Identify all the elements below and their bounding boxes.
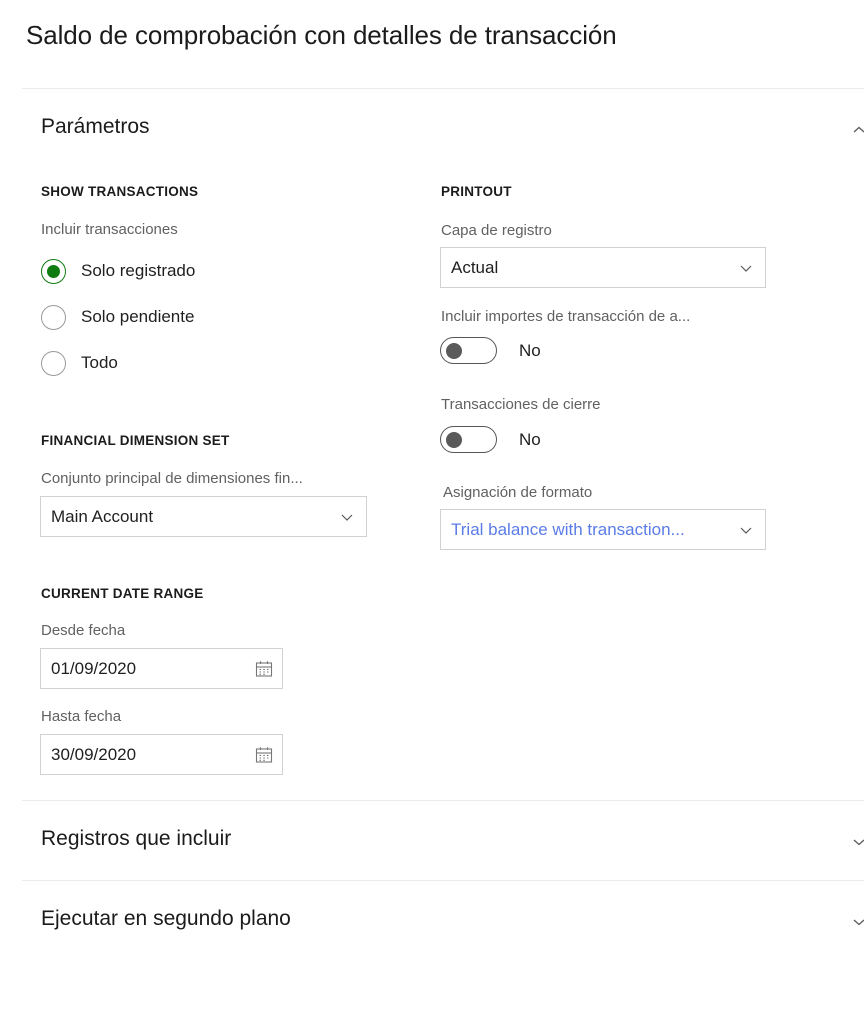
input-hasta-fecha[interactable]: 30/09/2020 <box>40 734 283 775</box>
radio-solo-pendiente[interactable]: Solo pendiente <box>41 302 194 332</box>
value-desde-fecha: 01/09/2020 <box>51 658 137 678</box>
chevron-down-icon[interactable] <box>336 506 358 528</box>
label-hasta-fecha: Hasta fecha <box>41 708 122 725</box>
chevron-down-icon[interactable] <box>852 835 864 849</box>
section-title-ejecutar-en-segundo-plano: Ejecutar en segundo plano <box>41 907 291 930</box>
label-capa-de-registro: Capa de registro <box>441 222 552 239</box>
radio-mark-icon <box>41 258 66 284</box>
section-ejecutar-en-segundo-plano: Ejecutar en segundo plano <box>22 880 864 960</box>
select-value-capa-de-registro: Actual <box>451 257 499 277</box>
label-incluir-importes: Incluir importes de transacción de a... <box>441 308 691 325</box>
toggle-switch-icon[interactable] <box>440 426 497 453</box>
toggle-incluir-importes[interactable]: No <box>440 337 541 364</box>
select-asignacion-de-formato[interactable]: Trial balance with transaction... <box>440 509 766 550</box>
value-hasta-fecha: 30/09/2020 <box>51 744 137 764</box>
radio-todo[interactable]: Todo <box>41 348 118 378</box>
section-registros-que-incluir: Registros que incluir <box>22 800 864 880</box>
group-label-current-date-range: CURRENT DATE RANGE <box>41 586 204 601</box>
chevron-down-icon[interactable] <box>735 257 757 279</box>
input-desde-fecha[interactable]: 01/09/2020 <box>40 648 283 689</box>
group-label-printout: PRINTOUT <box>441 184 512 199</box>
chevron-down-icon[interactable] <box>852 915 864 929</box>
section-title-registros-que-incluir: Registros que incluir <box>41 827 232 850</box>
toggle-switch-icon[interactable] <box>440 337 497 364</box>
chevron-down-icon[interactable] <box>735 519 757 541</box>
toggle-state-transacciones-de-cierre: No <box>519 429 541 449</box>
page-title: Saldo de comprobación con detalles de tr… <box>26 20 617 50</box>
section-parametros: Parámetros SHOW TRANSACTIONS Incluir tra… <box>22 88 864 800</box>
group-label-financial-dimension-set: FINANCIAL DIMENSION SET <box>41 433 230 448</box>
label-desde-fecha: Desde fecha <box>41 622 126 639</box>
select-value-asignacion-de-formato: Trial balance with transaction... <box>451 519 685 539</box>
section-title-parametros: Parámetros <box>41 115 150 138</box>
radio-mark-icon <box>41 350 66 376</box>
radio-solo-registrado[interactable]: Solo registrado <box>41 256 195 286</box>
select-conjunto-dimensiones[interactable]: Main Account <box>40 496 367 537</box>
group-label-show-transactions: SHOW TRANSACTIONS <box>41 184 199 199</box>
label-asignacion-de-formato: Asignación de formato <box>443 484 593 501</box>
label-incluir-transacciones: Incluir transacciones <box>41 221 178 238</box>
label-conjunto-dimensiones: Conjunto principal de dimensiones fin... <box>41 470 303 487</box>
select-value-conjunto-dimensiones: Main Account <box>51 506 154 526</box>
radio-mark-icon <box>41 304 66 330</box>
toggle-transacciones-de-cierre[interactable]: No <box>440 426 541 453</box>
select-capa-de-registro[interactable]: Actual <box>440 247 766 288</box>
label-transacciones-de-cierre: Transacciones de cierre <box>441 396 601 413</box>
radio-label-todo: Todo <box>81 353 118 372</box>
chevron-up-icon[interactable] <box>852 123 864 137</box>
section-header-parametros[interactable]: Parámetros <box>22 89 864 169</box>
calendar-icon[interactable] <box>254 659 274 679</box>
calendar-icon[interactable] <box>254 745 274 765</box>
radio-label-solo-pendiente: Solo pendiente <box>81 307 195 326</box>
report-dialog-page: Saldo de comprobación con detalles de tr… <box>0 0 864 1024</box>
radio-label-solo-registrado: Solo registrado <box>81 261 196 280</box>
toggle-state-incluir-importes: No <box>519 340 541 360</box>
section-header-registros-que-incluir[interactable]: Registros que incluir <box>22 801 864 881</box>
section-header-ejecutar-en-segundo-plano[interactable]: Ejecutar en segundo plano <box>22 881 864 961</box>
